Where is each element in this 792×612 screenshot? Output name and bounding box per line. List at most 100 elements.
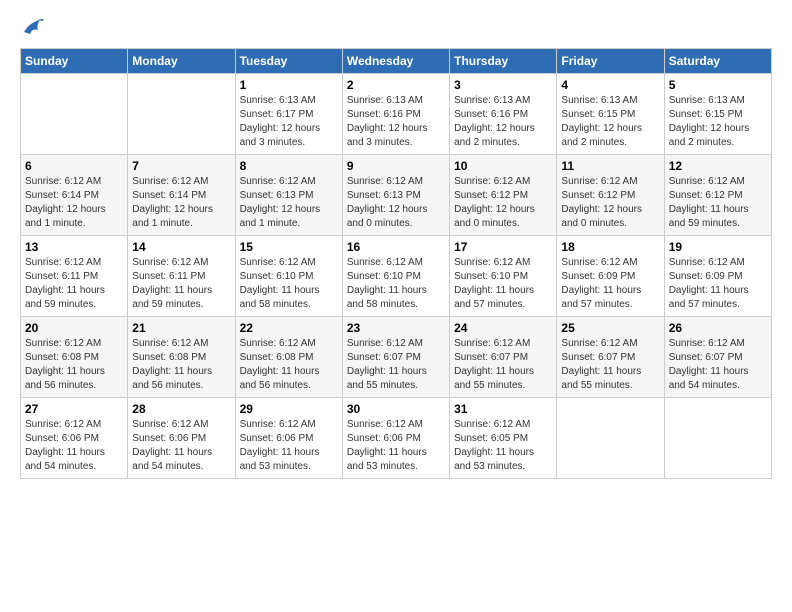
calendar-day-cell: 14 Sunrise: 6:12 AMSunset: 6:11 PMDayligh… — [128, 236, 235, 317]
day-number: 25 — [561, 321, 659, 335]
day-info: Sunrise: 6:12 AMSunset: 6:11 PMDaylight:… — [25, 256, 123, 312]
weekday-header: Tuesday — [235, 49, 342, 74]
day-info: Sunrise: 6:12 AMSunset: 6:07 PMDaylight:… — [669, 337, 767, 393]
day-info: Sunrise: 6:12 AMSunset: 6:11 PMDaylight:… — [132, 256, 230, 312]
day-number: 3 — [454, 78, 552, 92]
calendar-day-cell: 22 Sunrise: 6:12 AMSunset: 6:08 PMDayligh… — [235, 317, 342, 398]
calendar-day-cell: 29 Sunrise: 6:12 AMSunset: 6:06 PMDayligh… — [235, 398, 342, 479]
calendar-day-cell: 5 Sunrise: 6:13 AMSunset: 6:15 PMDaylight… — [664, 74, 771, 155]
day-info: Sunrise: 6:13 AMSunset: 6:15 PMDaylight:… — [669, 94, 767, 150]
day-number: 4 — [561, 78, 659, 92]
day-number: 7 — [132, 159, 230, 173]
day-info: Sunrise: 6:12 AMSunset: 6:10 PMDaylight:… — [240, 256, 338, 312]
calendar-week-row: 6 Sunrise: 6:12 AMSunset: 6:14 PMDaylight… — [21, 155, 772, 236]
day-number: 5 — [669, 78, 767, 92]
calendar-day-cell: 25Sunrise: 6:12 AMSunset: 6:07 PMDayligh… — [557, 317, 664, 398]
calendar-day-cell: 1 Sunrise: 6:13 AMSunset: 6:17 PMDaylight… — [235, 74, 342, 155]
day-number: 14 — [132, 240, 230, 254]
day-number: 28 — [132, 402, 230, 416]
day-info: Sunrise: 6:12 AMSunset: 6:05 PMDaylight:… — [454, 418, 552, 474]
calendar-table: SundayMondayTuesdayWednesdayThursdayFrid… — [20, 48, 772, 479]
day-number: 13 — [25, 240, 123, 254]
calendar-day-cell: 27 Sunrise: 6:12 AMSunset: 6:06 PMDayligh… — [21, 398, 128, 479]
calendar-day-cell: 15 Sunrise: 6:12 AMSunset: 6:10 PMDayligh… — [235, 236, 342, 317]
logo-bird-icon — [22, 18, 44, 38]
day-number: 6 — [25, 159, 123, 173]
calendar-day-cell: 9Sunrise: 6:12 AMSunset: 6:13 PMDaylight… — [342, 155, 449, 236]
calendar-day-cell: 23 Sunrise: 6:12 AMSunset: 6:07 PMDayligh… — [342, 317, 449, 398]
day-info: Sunrise: 6:13 AMSunset: 6:15 PMDaylight:… — [561, 94, 659, 150]
day-info: Sunrise: 6:12 AMSunset: 6:09 PMDaylight:… — [669, 256, 767, 312]
day-info: Sunrise: 6:12 AMSunset: 6:13 PMDaylight:… — [347, 175, 445, 231]
day-number: 24 — [454, 321, 552, 335]
day-number: 11 — [561, 159, 659, 173]
calendar-day-cell: 20Sunrise: 6:12 AMSunset: 6:08 PMDayligh… — [21, 317, 128, 398]
calendar-week-row: 13 Sunrise: 6:12 AMSunset: 6:11 PMDayligh… — [21, 236, 772, 317]
day-info: Sunrise: 6:13 AMSunset: 6:17 PMDaylight:… — [240, 94, 338, 150]
day-number: 17 — [454, 240, 552, 254]
calendar-day-cell: 30 Sunrise: 6:12 AMSunset: 6:06 PMDayligh… — [342, 398, 449, 479]
day-info: Sunrise: 6:13 AMSunset: 6:16 PMDaylight:… — [347, 94, 445, 150]
day-number: 12 — [669, 159, 767, 173]
day-number: 29 — [240, 402, 338, 416]
page-header — [20, 20, 772, 38]
weekday-header: Friday — [557, 49, 664, 74]
calendar-day-cell: 31 Sunrise: 6:12 AMSunset: 6:05 PMDayligh… — [450, 398, 557, 479]
calendar-day-cell: 7 Sunrise: 6:12 AMSunset: 6:14 PMDaylight… — [128, 155, 235, 236]
calendar-day-cell: 13 Sunrise: 6:12 AMSunset: 6:11 PMDayligh… — [21, 236, 128, 317]
day-info: Sunrise: 6:12 AMSunset: 6:10 PMDaylight:… — [454, 256, 552, 312]
day-number: 26 — [669, 321, 767, 335]
calendar-day-cell: 18 Sunrise: 6:12 AMSunset: 6:09 PMDayligh… — [557, 236, 664, 317]
calendar-day-cell: 28 Sunrise: 6:12 AMSunset: 6:06 PMDayligh… — [128, 398, 235, 479]
day-number: 1 — [240, 78, 338, 92]
day-number: 18 — [561, 240, 659, 254]
day-info: Sunrise: 6:12 AMSunset: 6:10 PMDaylight:… — [347, 256, 445, 312]
calendar-day-cell: 21Sunrise: 6:12 AMSunset: 6:08 PMDayligh… — [128, 317, 235, 398]
calendar-day-cell — [21, 74, 128, 155]
logo — [20, 20, 44, 38]
day-info: Sunrise: 6:12 AMSunset: 6:14 PMDaylight:… — [25, 175, 123, 231]
day-info: Sunrise: 6:12 AMSunset: 6:12 PMDaylight:… — [454, 175, 552, 231]
day-number: 10 — [454, 159, 552, 173]
weekday-header: Thursday — [450, 49, 557, 74]
day-info: Sunrise: 6:12 AMSunset: 6:12 PMDaylight:… — [561, 175, 659, 231]
calendar-day-cell: 19Sunrise: 6:12 AMSunset: 6:09 PMDayligh… — [664, 236, 771, 317]
day-info: Sunrise: 6:12 AMSunset: 6:13 PMDaylight:… — [240, 175, 338, 231]
calendar-day-cell: 12Sunrise: 6:12 AMSunset: 6:12 PMDayligh… — [664, 155, 771, 236]
calendar-day-cell: 3Sunrise: 6:13 AMSunset: 6:16 PMDaylight… — [450, 74, 557, 155]
calendar-day-cell: 4 Sunrise: 6:13 AMSunset: 6:15 PMDaylight… — [557, 74, 664, 155]
day-info: Sunrise: 6:12 AMSunset: 6:14 PMDaylight:… — [132, 175, 230, 231]
day-number: 16 — [347, 240, 445, 254]
calendar-day-cell — [128, 74, 235, 155]
calendar-week-row: 20Sunrise: 6:12 AMSunset: 6:08 PMDayligh… — [21, 317, 772, 398]
day-info: Sunrise: 6:12 AMSunset: 6:06 PMDaylight:… — [25, 418, 123, 474]
day-info: Sunrise: 6:12 AMSunset: 6:07 PMDaylight:… — [454, 337, 552, 393]
day-number: 27 — [25, 402, 123, 416]
day-number: 31 — [454, 402, 552, 416]
calendar-day-cell: 16 Sunrise: 6:12 AMSunset: 6:10 PMDayligh… — [342, 236, 449, 317]
day-info: Sunrise: 6:12 AMSunset: 6:06 PMDaylight:… — [240, 418, 338, 474]
day-info: Sunrise: 6:12 AMSunset: 6:06 PMDaylight:… — [132, 418, 230, 474]
calendar-day-cell: 10 Sunrise: 6:12 AMSunset: 6:12 PMDayligh… — [450, 155, 557, 236]
day-number: 30 — [347, 402, 445, 416]
day-info: Sunrise: 6:12 AMSunset: 6:08 PMDaylight:… — [25, 337, 123, 393]
calendar-day-cell — [557, 398, 664, 479]
calendar-day-cell: 2Sunrise: 6:13 AMSunset: 6:16 PMDaylight… — [342, 74, 449, 155]
weekday-header: Wednesday — [342, 49, 449, 74]
day-number: 22 — [240, 321, 338, 335]
calendar-day-cell: 8 Sunrise: 6:12 AMSunset: 6:13 PMDaylight… — [235, 155, 342, 236]
day-info: Sunrise: 6:12 AMSunset: 6:08 PMDaylight:… — [240, 337, 338, 393]
day-number: 23 — [347, 321, 445, 335]
calendar-week-row: 1 Sunrise: 6:13 AMSunset: 6:17 PMDaylight… — [21, 74, 772, 155]
calendar-day-cell: 26 Sunrise: 6:12 AMSunset: 6:07 PMDayligh… — [664, 317, 771, 398]
calendar-day-cell — [664, 398, 771, 479]
day-info: Sunrise: 6:12 AMSunset: 6:06 PMDaylight:… — [347, 418, 445, 474]
calendar-day-cell: 24 Sunrise: 6:12 AMSunset: 6:07 PMDayligh… — [450, 317, 557, 398]
day-number: 21 — [132, 321, 230, 335]
day-number: 8 — [240, 159, 338, 173]
day-info: Sunrise: 6:12 AMSunset: 6:09 PMDaylight:… — [561, 256, 659, 312]
day-info: Sunrise: 6:12 AMSunset: 6:07 PMDaylight:… — [347, 337, 445, 393]
calendar-day-cell: 17 Sunrise: 6:12 AMSunset: 6:10 PMDayligh… — [450, 236, 557, 317]
calendar-day-cell: 11 Sunrise: 6:12 AMSunset: 6:12 PMDayligh… — [557, 155, 664, 236]
day-number: 15 — [240, 240, 338, 254]
